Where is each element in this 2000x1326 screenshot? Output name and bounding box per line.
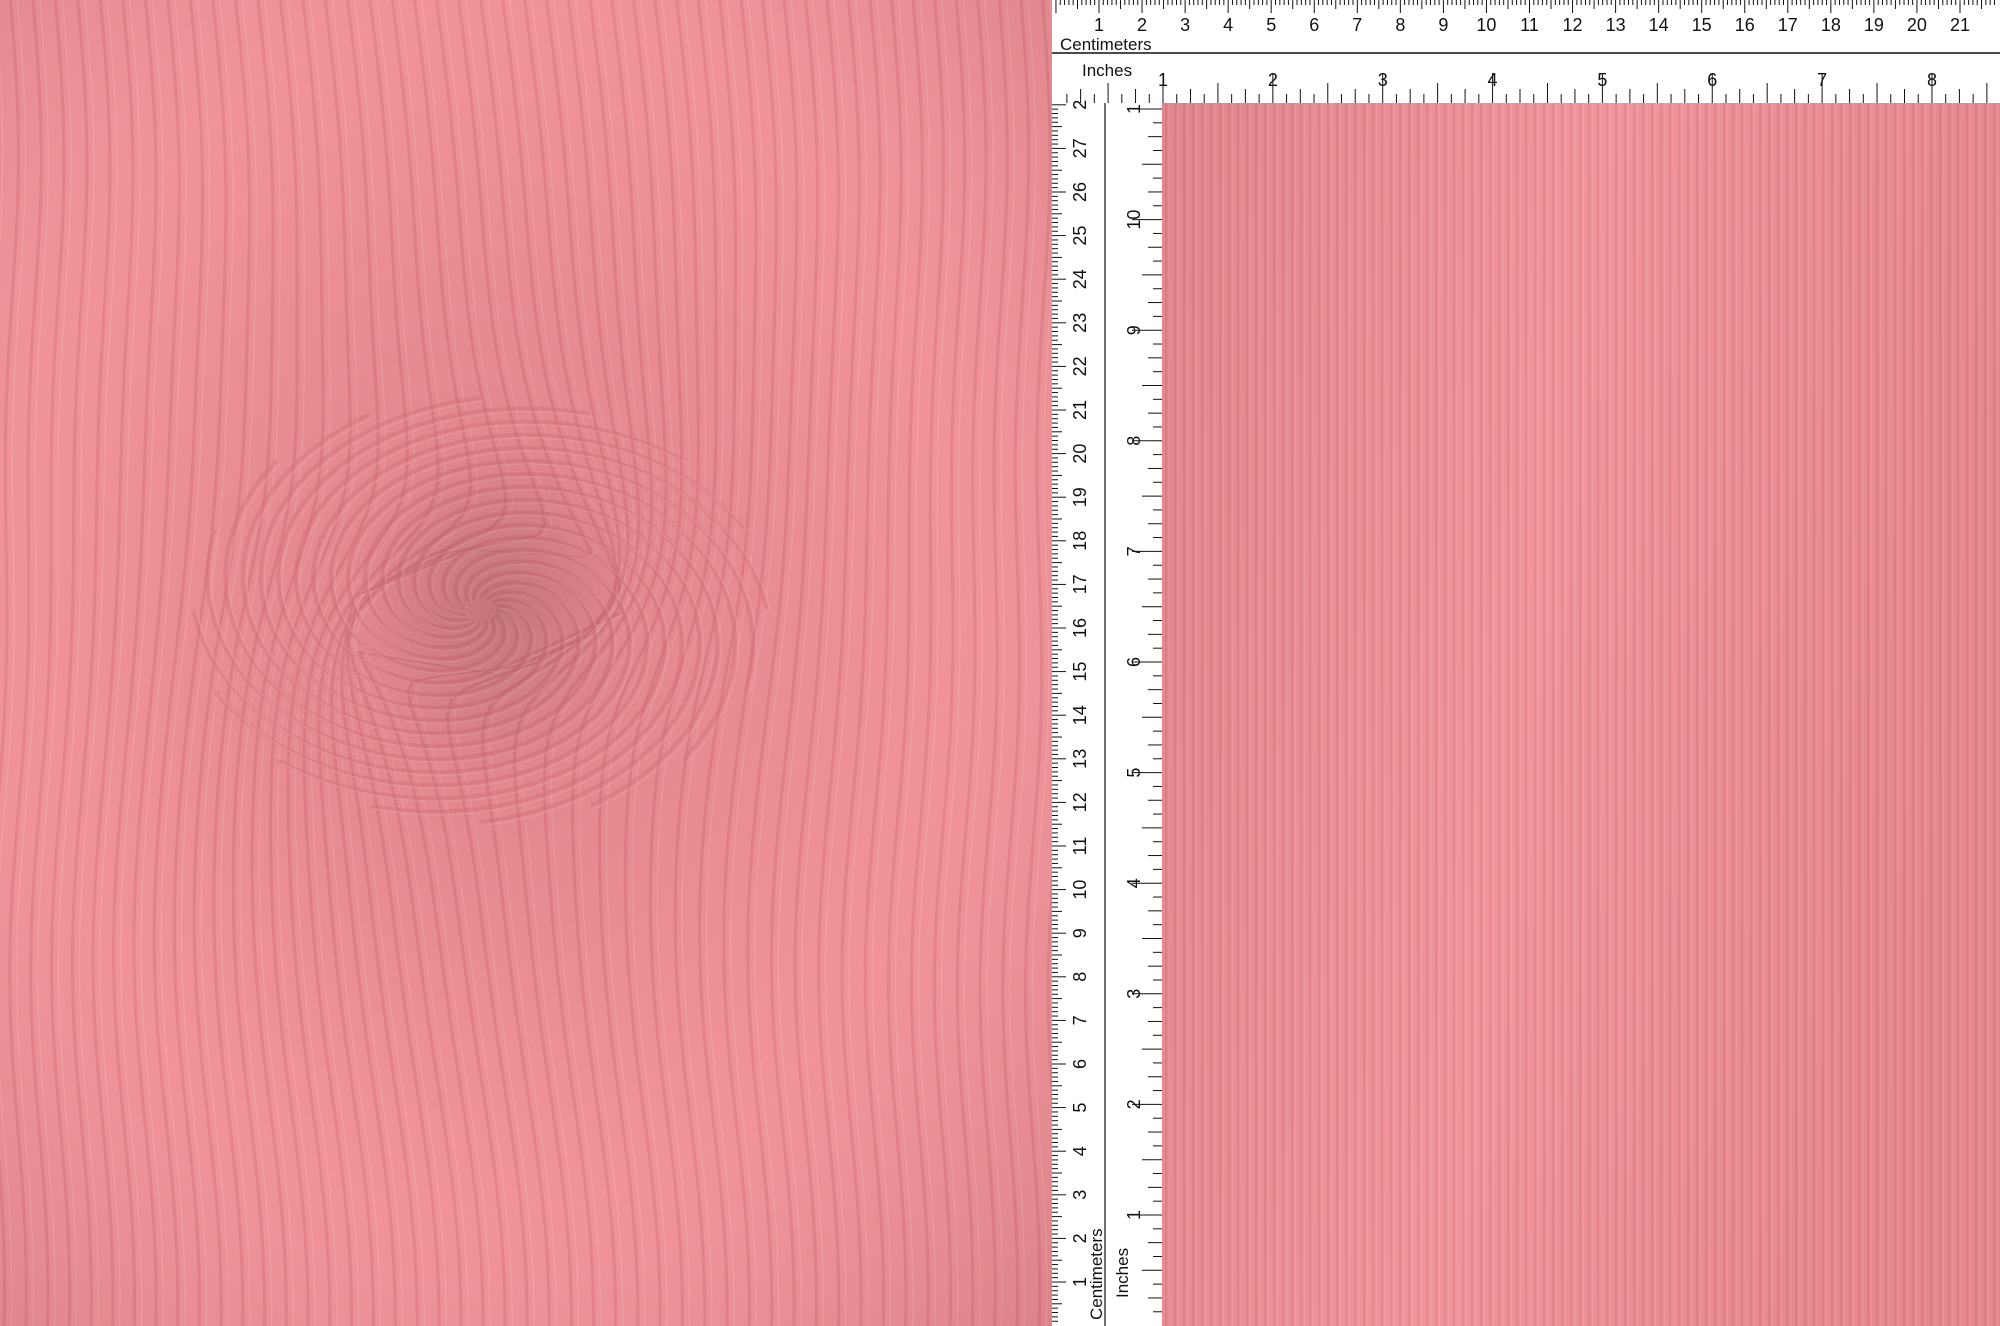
top-cm-label: 17 bbox=[1778, 15, 1798, 35]
top-cm-label: 19 bbox=[1864, 15, 1884, 35]
top-cm-label: 15 bbox=[1692, 15, 1712, 35]
left-cm-label: 3 bbox=[1070, 1190, 1090, 1200]
left-in-label: 10 bbox=[1124, 210, 1144, 230]
left-ruler-in-unit: Inches bbox=[1113, 1248, 1132, 1298]
left-cm-label: 20 bbox=[1070, 444, 1090, 464]
top-cm-label: 3 bbox=[1180, 15, 1190, 35]
left-cm-label: 10 bbox=[1070, 880, 1090, 900]
left-cm-label: 19 bbox=[1070, 487, 1090, 507]
top-cm-label: 11 bbox=[1520, 15, 1539, 35]
top-cm-label: 20 bbox=[1907, 15, 1927, 35]
top-cm-label: 2 bbox=[1137, 15, 1147, 35]
fabric-swatch-photo bbox=[1162, 103, 2000, 1326]
top-in-label: 1 bbox=[1158, 70, 1168, 90]
top-cm-label: 18 bbox=[1821, 15, 1841, 35]
top-cm-label: 7 bbox=[1352, 15, 1362, 35]
top-cm-label: 16 bbox=[1735, 15, 1755, 35]
top-in-label: 2 bbox=[1268, 70, 1278, 90]
top-cm-label: 12 bbox=[1563, 15, 1583, 35]
left-cm-label: 9 bbox=[1070, 928, 1090, 938]
left-cm-label: 15 bbox=[1070, 662, 1090, 682]
left-cm-label: 17 bbox=[1070, 574, 1090, 594]
left-cm-label: 23 bbox=[1070, 313, 1090, 333]
left-in-label: 1 bbox=[1124, 104, 1144, 114]
left-in-label: 2 bbox=[1124, 1099, 1144, 1109]
left-cm-label: 27 bbox=[1070, 138, 1090, 158]
left-cm-labels: 1234567891011121314151617181920212223242… bbox=[1070, 100, 1090, 1287]
left-cm-label: 7 bbox=[1070, 1015, 1090, 1025]
left-in-label: 7 bbox=[1124, 546, 1144, 556]
top-cm-label: 5 bbox=[1266, 15, 1276, 35]
top-ruler: 1 2 3 4 5 6 7 8 9 10 11 12 13 14 15 16 17 18 19 20 21 123456… bbox=[1052, 0, 2000, 103]
left-cm-label: 8 bbox=[1070, 972, 1090, 982]
left-cm-label: 12 bbox=[1070, 792, 1090, 812]
top-cm-label: 14 bbox=[1649, 15, 1669, 35]
left-ruler-body bbox=[1052, 103, 1162, 1326]
left-cm-label: 14 bbox=[1070, 705, 1090, 725]
top-cm-label: 1 bbox=[1094, 15, 1104, 35]
top-cm-label: 10 bbox=[1476, 15, 1496, 35]
left-in-label: 9 bbox=[1124, 325, 1144, 335]
left-cm-label: 18 bbox=[1070, 531, 1090, 551]
fabric-swirl-image bbox=[0, 0, 1052, 1326]
left-in-label: 5 bbox=[1124, 768, 1144, 778]
top-in-label: 7 bbox=[1817, 70, 1827, 90]
top-cm-label: 4 bbox=[1223, 15, 1233, 35]
left-ruler-cm-unit: Centimeters bbox=[1087, 1228, 1106, 1320]
top-in-label: 8 bbox=[1927, 70, 1937, 90]
left-cm-label: 24 bbox=[1070, 269, 1090, 289]
top-in-label: 6 bbox=[1707, 70, 1717, 90]
left-cm-label: 5 bbox=[1070, 1103, 1090, 1113]
left-in-label: 1 bbox=[1124, 1210, 1144, 1220]
top-ruler-in-unit: Inches bbox=[1082, 61, 1132, 80]
left-cm-label: 26 bbox=[1070, 182, 1090, 202]
left-cm-label: 25 bbox=[1070, 226, 1090, 246]
top-in-label: 4 bbox=[1488, 70, 1498, 90]
left-in-label: 6 bbox=[1124, 657, 1144, 667]
left-cm-label: 6 bbox=[1070, 1059, 1090, 1069]
left-cm-label: 22 bbox=[1070, 356, 1090, 376]
left-cm-label: 1 bbox=[1070, 1277, 1090, 1287]
fabric-swirl-photo bbox=[0, 0, 1052, 1326]
top-cm-label: 13 bbox=[1606, 15, 1626, 35]
left-in-ticks bbox=[1132, 108, 1162, 1313]
left-cm-label: 4 bbox=[1070, 1146, 1090, 1156]
top-cm-label: 9 bbox=[1438, 15, 1448, 35]
top-cm-labels: 1 2 3 4 5 6 7 8 9 10 11 12 13 14 15 16 17 18 19 20 21 bbox=[1094, 15, 1970, 35]
top-ruler-cm-unit: Centimeters bbox=[1060, 35, 1152, 54]
left-in-label: 3 bbox=[1124, 989, 1144, 999]
left-cm-label: 2 bbox=[1070, 1233, 1090, 1243]
left-cm-ticks bbox=[1052, 104, 1066, 1322]
left-cm-label: 21 bbox=[1070, 400, 1090, 420]
left-cm-label: 11 bbox=[1070, 837, 1090, 856]
top-in-label: 5 bbox=[1597, 70, 1607, 90]
left-in-label: 4 bbox=[1124, 878, 1144, 888]
top-cm-label: 21 bbox=[1950, 15, 1970, 35]
left-cm-label: 16 bbox=[1070, 618, 1090, 638]
left-in-label: 8 bbox=[1124, 436, 1144, 446]
top-cm-label: 8 bbox=[1395, 15, 1405, 35]
fabric-swatch-image bbox=[1162, 103, 2000, 1326]
left-cm-label: 13 bbox=[1070, 749, 1090, 769]
left-in-labels: 1 2 3 4 5 6 7 8 9 10 1 bbox=[1124, 104, 1144, 1220]
top-in-label: 3 bbox=[1378, 70, 1388, 90]
top-cm-label: 6 bbox=[1309, 15, 1319, 35]
